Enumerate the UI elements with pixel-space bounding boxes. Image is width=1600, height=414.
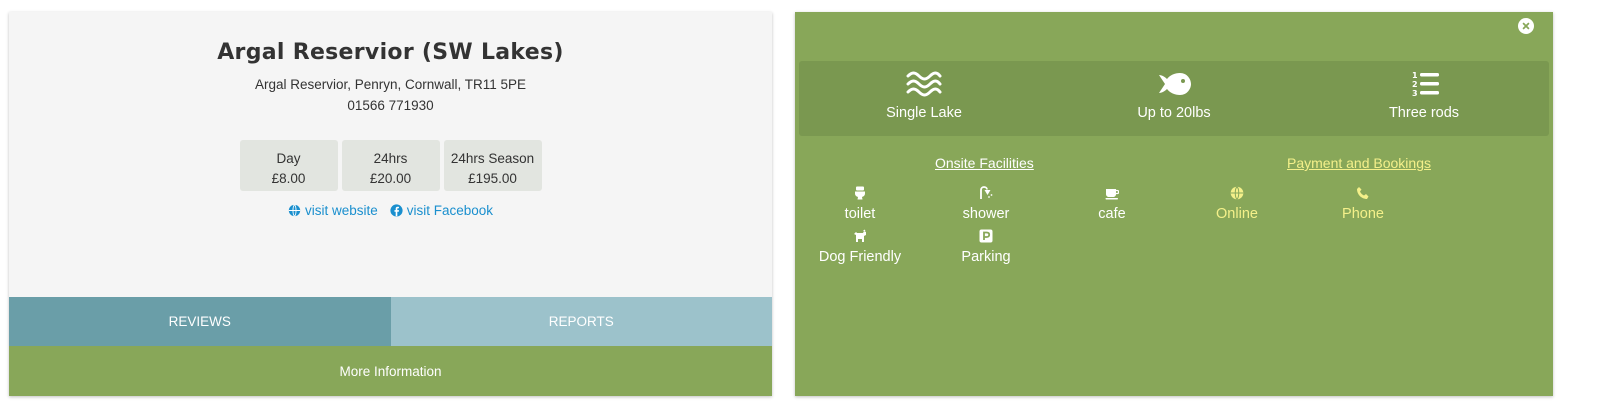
facility-label: Parking — [961, 249, 1011, 265]
payment-label: Online — [1216, 206, 1258, 222]
price-value: £8.00 — [271, 171, 306, 186]
facility-shower: shower — [931, 186, 1041, 222]
venue-title: Argal Reservior (SW Lakes) — [217, 40, 564, 65]
price-value: £20.00 — [369, 171, 412, 186]
facility-toilet: toilet — [805, 186, 915, 222]
facility-label: toilet — [844, 206, 876, 222]
price-value: £195.00 — [468, 171, 517, 186]
payment-bookings-heading[interactable]: Payment and Bookings — [1287, 155, 1431, 171]
numbered-list-icon: 1 2 3 — [1412, 71, 1439, 98]
feature-label: Three rods — [1388, 105, 1460, 121]
facility-label: shower — [962, 206, 1010, 222]
price-label: Day — [276, 151, 301, 166]
facebook-icon — [390, 204, 403, 217]
payment-online: Online — [1182, 186, 1292, 222]
facility-parking: Parking — [931, 229, 1041, 265]
svg-text:1: 1 — [1412, 71, 1418, 80]
facebook-link[interactable]: visit Facebook — [390, 203, 493, 218]
fish-icon — [1159, 73, 1191, 95]
close-button[interactable] — [1518, 18, 1534, 34]
globe-icon — [1230, 186, 1244, 200]
phone-icon — [1357, 187, 1369, 199]
payment-label: Phone — [1342, 206, 1384, 222]
feature-label: Single Lake — [886, 105, 962, 121]
close-icon — [1522, 22, 1530, 30]
price-box-season: 24hrs Season £195.00 — [443, 140, 542, 191]
price-label: 24hrs Season — [450, 151, 535, 166]
venue-card: Argal Reservior (SW Lakes) Argal Reservi… — [9, 12, 772, 396]
facility-dog-friendly: Dog Friendly — [805, 229, 915, 265]
facebook-link-label: visit Facebook — [406, 203, 494, 218]
tab-reviews[interactable]: REVIEWS — [9, 297, 391, 346]
website-link[interactable]: visit website — [288, 203, 378, 218]
feature-fish-size: Up to 20lbs — [1049, 61, 1299, 136]
venue-links: visit website visit Facebook — [9, 203, 772, 218]
venue-phone: 01566 771930 — [347, 98, 434, 113]
price-box-day: Day £8.00 — [239, 140, 338, 191]
globe-icon — [288, 204, 301, 217]
facility-label: Dog Friendly — [818, 249, 902, 265]
feature-strip: Single Lake Up to 20lbs 1 2 3 Three rods — [799, 61, 1549, 136]
svg-text:2: 2 — [1412, 80, 1418, 89]
tab-bar: REVIEWS REPORTS — [9, 297, 772, 346]
water-icon — [906, 71, 942, 97]
facility-cafe: cafe — [1057, 186, 1167, 222]
onsite-facilities-heading[interactable]: Onsite Facilities — [935, 155, 1034, 171]
price-box-24hrs: 24hrs £20.00 — [341, 140, 440, 191]
dog-icon — [854, 229, 866, 242]
coffee-cup-icon — [1105, 189, 1119, 200]
more-information-button[interactable]: More Information — [9, 346, 772, 396]
info-panel: Single Lake Up to 20lbs 1 2 3 Three rods… — [795, 12, 1553, 396]
facility-label: cafe — [1098, 206, 1126, 222]
venue-address: Argal Reservior, Penryn, Cornwall, TR11 … — [254, 77, 527, 92]
website-link-label: visit website — [304, 203, 378, 218]
feature-label: Up to 20lbs — [1137, 105, 1211, 121]
price-label: 24hrs — [373, 151, 408, 166]
shower-icon — [980, 186, 993, 199]
price-list: Day £8.00 24hrs £20.00 24hrs Season £195… — [9, 140, 772, 191]
feature-rods: 1 2 3 Three rods — [1299, 61, 1549, 136]
svg-text:3: 3 — [1412, 89, 1418, 98]
feature-lake: Single Lake — [799, 61, 1049, 136]
payment-phone: Phone — [1308, 186, 1418, 222]
parking-icon — [979, 229, 993, 243]
toilet-icon — [855, 186, 865, 200]
tab-reports[interactable]: REPORTS — [390, 297, 772, 346]
